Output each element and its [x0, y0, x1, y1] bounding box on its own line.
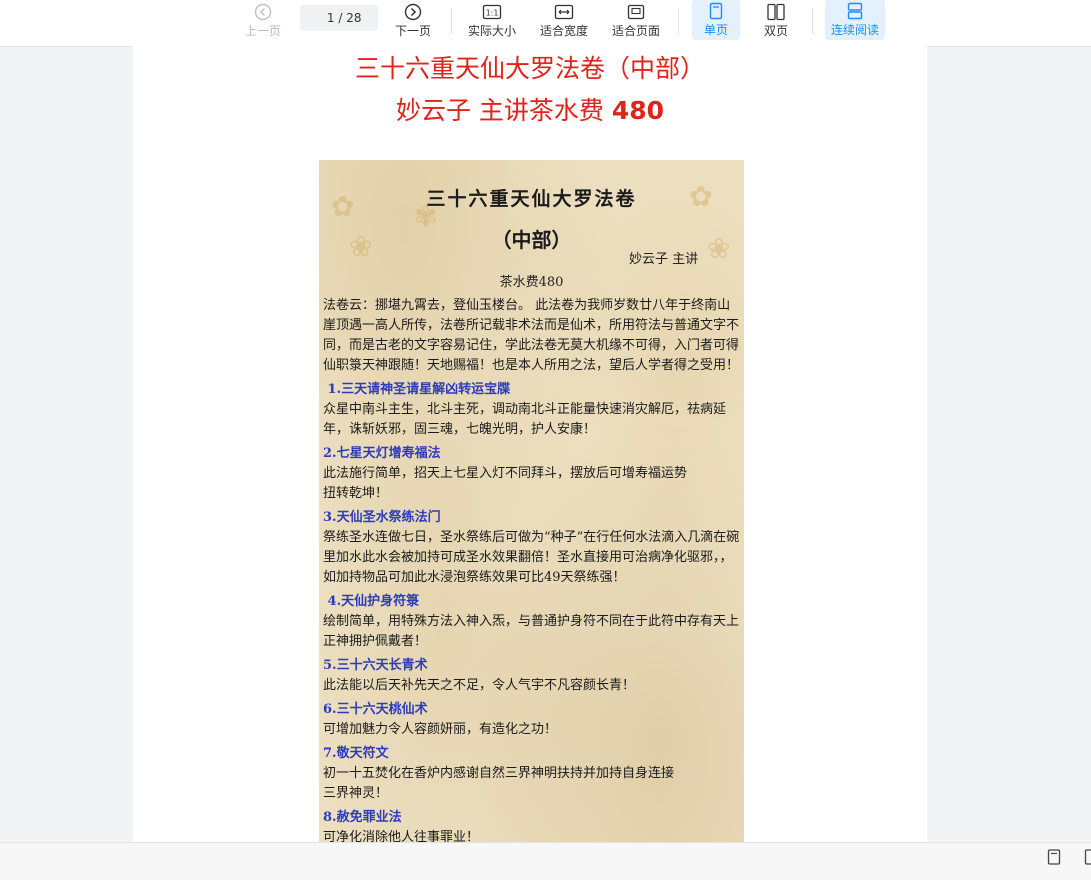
page-number-input[interactable]: [317, 11, 335, 25]
single-page-button[interactable]: 单页: [692, 0, 740, 40]
section-body: 众星中南斗主生，北斗主死，调动南北斗正能量快速消灾解厄，祛病延年，诛斩妖邪，固三…: [323, 400, 741, 440]
section-list: 1.三天请神圣请星解凶转运宝牒众星中南斗主生，北斗主死，调动南北斗正能量快速消灾…: [323, 380, 741, 842]
prev-page-label: 上一页: [240, 22, 286, 39]
chevron-right-circle-icon: [390, 3, 436, 21]
document-title: 三十六重天仙大罗法卷（中部）: [133, 49, 927, 85]
single-page-label: 单页: [692, 21, 740, 38]
fit-width-icon: [536, 3, 592, 21]
actual-size-icon: 1:1: [464, 3, 520, 21]
scroll-body: 法卷云：挪堪九霄去，登仙玉楼台。 此法卷为我师岁数廿八年于终南山崖顶遇一高人所传…: [323, 296, 741, 842]
scroll-intro: 法卷云：挪堪九霄去，登仙玉楼台。 此法卷为我师岁数廿八年于终南山崖顶遇一高人所传…: [323, 296, 741, 376]
section-body: 初一十五焚化在香炉内感谢自然三界神明扶持并加持自身连接 三界神灵！: [323, 764, 741, 804]
document-page: 三十六重天仙大罗法卷（中部） 妙云子 主讲茶水费 480 ✿ ❀ ✿ ❀ ✾ 三…: [133, 46, 927, 842]
section-heading: 2.七星天灯增寿福法: [323, 444, 741, 464]
fit-page-button[interactable]: 适合页面: [608, 0, 664, 42]
scroll-image: ✿ ❀ ✿ ❀ ✾ 三十六重天仙大罗法卷 （中部） 妙云子 主讲 茶水费480 …: [319, 160, 744, 842]
section-heading: 5.三十六天长青术: [323, 656, 741, 676]
section-body: 绘制简单，用特殊方法入神入炁，与普通护身符不同在于此符中存有天上正神拥护佩戴者！: [323, 612, 741, 652]
double-page-button[interactable]: 双页: [752, 0, 800, 42]
section-heading: 4.天仙护身符箓: [323, 592, 741, 612]
chevron-left-circle-icon: [240, 3, 286, 21]
status-bar: [0, 842, 1091, 880]
section-heading: 6.三十六天桃仙术: [323, 700, 741, 720]
prev-page-button[interactable]: 上一页: [240, 0, 286, 42]
double-page-icon: [752, 3, 800, 21]
scroll-title: 三十六重天仙大罗法卷: [319, 184, 744, 211]
continuous-reading-label: 连续阅读: [825, 21, 885, 38]
section-body: 可净化消除他人往事罪业！: [323, 828, 741, 842]
document-subtitle: 妙云子 主讲茶水费 480: [133, 91, 927, 127]
subtitle-text: 妙云子 主讲茶水费: [396, 96, 612, 125]
single-page-icon: [692, 2, 740, 20]
fit-width-button[interactable]: 适合宽度: [536, 0, 592, 42]
toolbar-divider: [678, 8, 679, 34]
scroll-fee: 茶水费480: [319, 271, 744, 290]
total-pages: / 28: [338, 11, 361, 25]
section-body: 此法施行简单，招天上七星入灯不同拜斗，摆放后可增寿福运势 扭转乾坤！: [323, 464, 741, 504]
section-heading: 7.敬天符文: [323, 744, 741, 764]
fit-width-label: 适合宽度: [536, 22, 592, 39]
section-body: 此法能以后天补先天之不足，令人气宇不凡容颜长青！: [323, 676, 741, 696]
scroll-author: 妙云子 主讲: [629, 248, 698, 267]
subtitle-price: 480: [612, 96, 664, 125]
actual-size-icon-text: 1:1: [486, 9, 499, 18]
double-view-icon[interactable]: [1084, 849, 1091, 865]
actual-size-button[interactable]: 1:1 实际大小: [464, 0, 520, 42]
continuous-reading-icon: [825, 2, 885, 20]
section-heading: 1.三天请神圣请星解凶转运宝牒: [323, 380, 741, 400]
page-view-icon[interactable]: [1047, 849, 1061, 865]
toolbar-divider: [451, 8, 452, 34]
next-page-button[interactable]: 下一页: [390, 0, 436, 42]
fit-page-label: 适合页面: [608, 22, 664, 39]
double-page-label: 双页: [752, 22, 800, 39]
actual-size-label: 实际大小: [464, 22, 520, 39]
section-body: 祭练圣水连做七日，圣水祭练后可做为“种子”在行任何水法滴入几滴在碗里加水此水会被…: [323, 528, 741, 588]
fit-page-icon: [608, 3, 664, 21]
page-indicator: / 28: [300, 5, 378, 31]
section-heading: 3.天仙圣水祭练法门: [323, 508, 741, 528]
toolbar: 上一页 / 28 下一页 1:1 实际大小 适合宽度 适合页面 单页: [0, 0, 1091, 47]
continuous-reading-button[interactable]: 连续阅读: [825, 0, 885, 40]
toolbar-divider: [812, 8, 813, 34]
section-body: 可增加魅力令人容颜妍丽，有造化之功！: [323, 720, 741, 740]
section-heading: 8.赦免罪业法: [323, 808, 741, 828]
next-page-label: 下一页: [390, 22, 436, 39]
